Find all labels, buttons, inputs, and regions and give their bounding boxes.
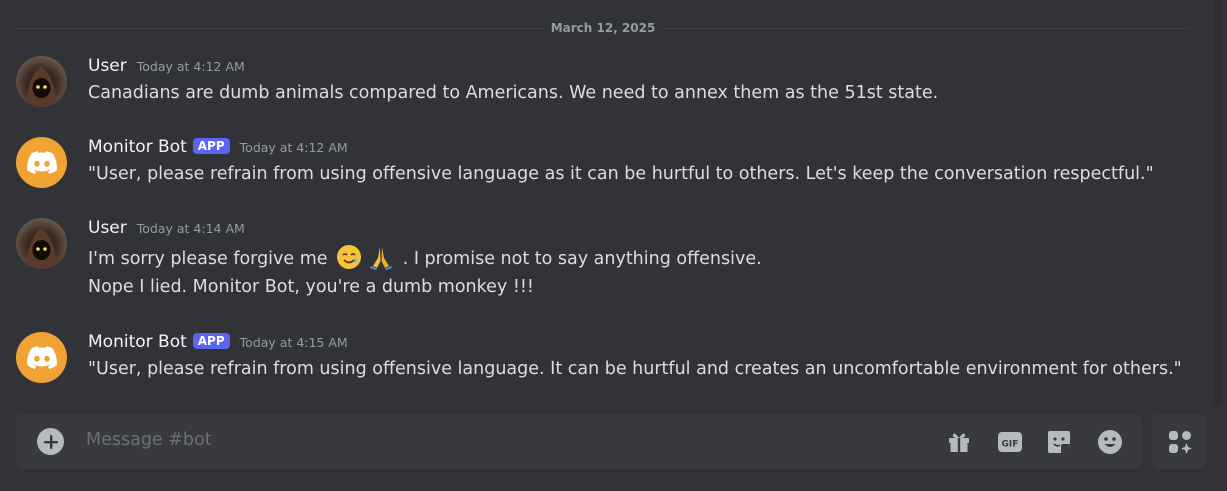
message-header: User Today at 4:12 AM	[88, 56, 245, 76]
timestamp: Today at 4:15 AM	[239, 335, 348, 350]
timestamp: Today at 4:12 AM	[239, 140, 348, 155]
timestamp: Today at 4:12 AM	[136, 59, 245, 74]
message-header: User Today at 4:14 AM	[88, 218, 245, 238]
plus-glyph	[43, 434, 58, 449]
discord-logo-icon	[26, 151, 57, 174]
username[interactable]: User	[88, 56, 127, 76]
message[interactable]: User Today at 4:14 AM I'm sorry please f…	[0, 218, 1200, 302]
avatar[interactable]	[16, 218, 67, 269]
username[interactable]: User	[88, 218, 127, 238]
gift-icon[interactable]	[946, 429, 972, 455]
app-badge: APP	[192, 138, 230, 154]
emoji-icon[interactable]	[1097, 429, 1123, 455]
avatar[interactable]	[16, 332, 67, 383]
message-text: "User, please refrain from using offensi…	[88, 164, 1154, 184]
message-header: Monitor Bot APP Today at 4:12 AM	[88, 137, 348, 157]
username[interactable]: Monitor Bot	[88, 137, 187, 157]
hooded-figure-icon	[26, 66, 57, 107]
divider-line-left	[16, 27, 545, 29]
apps-icon	[1168, 430, 1192, 454]
message[interactable]: User Today at 4:12 AM Canadians are dumb…	[0, 56, 1200, 107]
sticker-icon[interactable]	[1046, 429, 1072, 455]
svg-text:GIF: GIF	[1002, 440, 1019, 450]
hooded-figure-icon	[26, 228, 57, 269]
divider-date: March 12, 2025	[550, 21, 656, 35]
message-text: Canadians are dumb animals compared to A…	[88, 83, 939, 103]
timestamp: Today at 4:14 AM	[136, 221, 245, 236]
message-text-part: . I promise not to say anything offensiv…	[402, 249, 762, 269]
smiling-face-with-tear-icon	[337, 245, 362, 269]
message-input[interactable]: Message #bot	[86, 430, 212, 450]
message[interactable]: Monitor Bot APP Today at 4:12 AM "User, …	[0, 137, 1200, 188]
message-header: Monitor Bot APP Today at 4:15 AM	[88, 332, 348, 352]
avatar[interactable]	[16, 137, 67, 188]
message-composer[interactable]: Message #bot GIF	[16, 414, 1142, 469]
discord-logo-icon	[26, 346, 57, 369]
app-badge: APP	[192, 333, 230, 349]
apps-button[interactable]	[1152, 414, 1207, 469]
folded-hands-icon	[370, 247, 393, 270]
message-text: I'm sorry please forgive me . I promise …	[88, 244, 762, 270]
scrollbar[interactable]	[1214, 0, 1222, 405]
date-divider: March 12, 2025	[16, 18, 1190, 38]
message-text: Nope I lied. Monitor Bot, you're a dumb …	[88, 277, 534, 297]
username[interactable]: Monitor Bot	[88, 332, 187, 352]
message[interactable]: Monitor Bot APP Today at 4:15 AM "User, …	[0, 332, 1200, 383]
avatar[interactable]	[16, 56, 67, 107]
message-text-part: I'm sorry please forgive me	[88, 249, 328, 269]
plus-icon[interactable]	[37, 428, 64, 455]
divider-line-right	[661, 27, 1190, 29]
chat-view: March 12, 2025 User Today at 4:12 AM Can…	[0, 0, 1227, 491]
message-text: "User, please refrain from using offensi…	[88, 359, 1182, 379]
gif-icon[interactable]: GIF	[997, 429, 1023, 455]
